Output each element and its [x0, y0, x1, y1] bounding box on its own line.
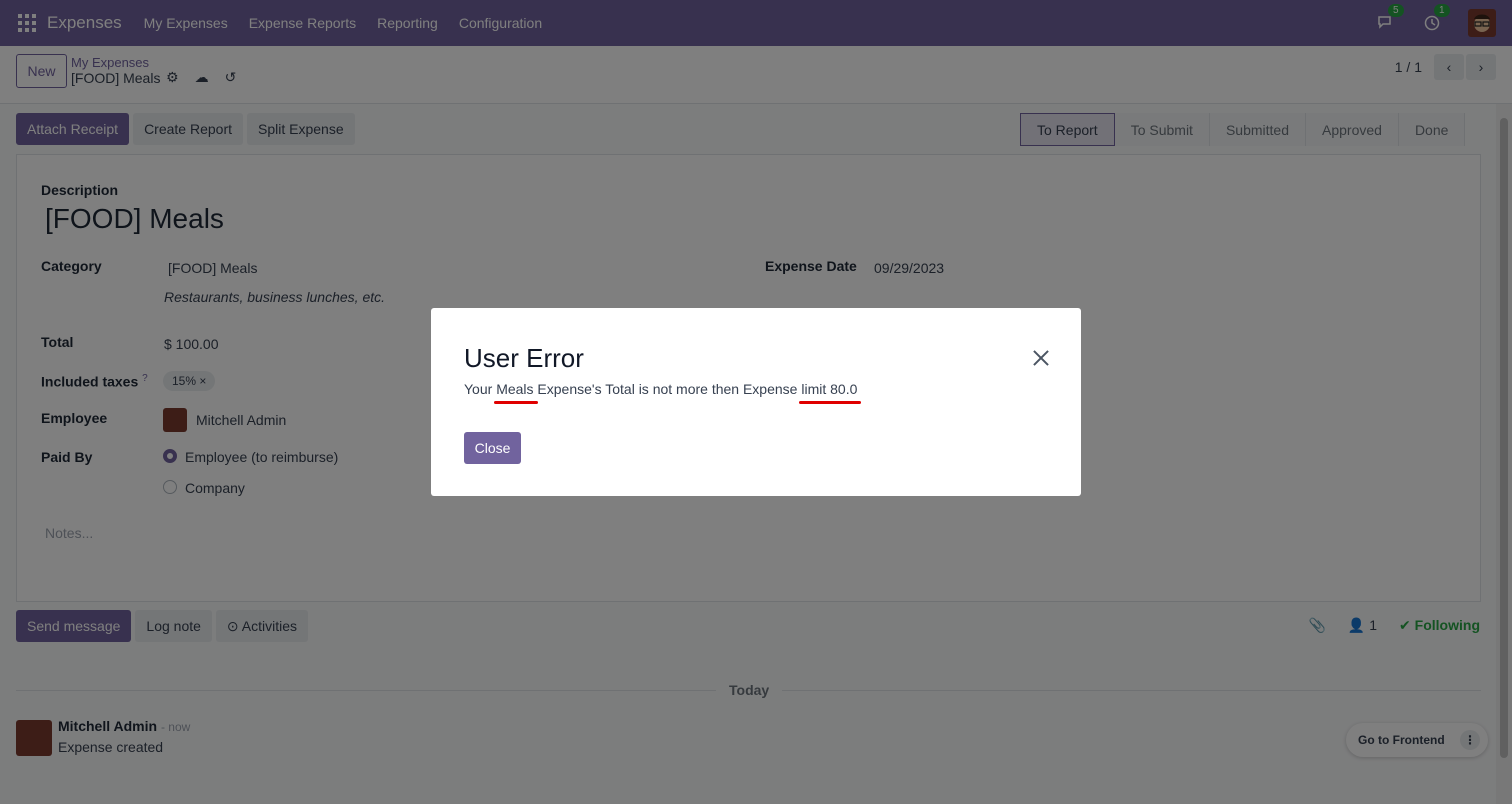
dialog-close-button[interactable]: Close — [464, 432, 521, 464]
dialog-message-part1: Your — [464, 381, 497, 397]
dialog-message-part2: Expense's Total is not more then Expense — [533, 381, 802, 397]
dialog-message: Your Meals Expense's Total is not more t… — [464, 381, 857, 397]
close-icon[interactable] — [1029, 346, 1053, 370]
dialog-message-limit: limit 80.0 — [801, 381, 858, 397]
dialog-title: User Error — [464, 343, 584, 373]
user-error-dialog: User Error Your Meals Expense's Total is… — [431, 308, 1081, 496]
dialog-message-meals: Meals — [496, 381, 534, 397]
